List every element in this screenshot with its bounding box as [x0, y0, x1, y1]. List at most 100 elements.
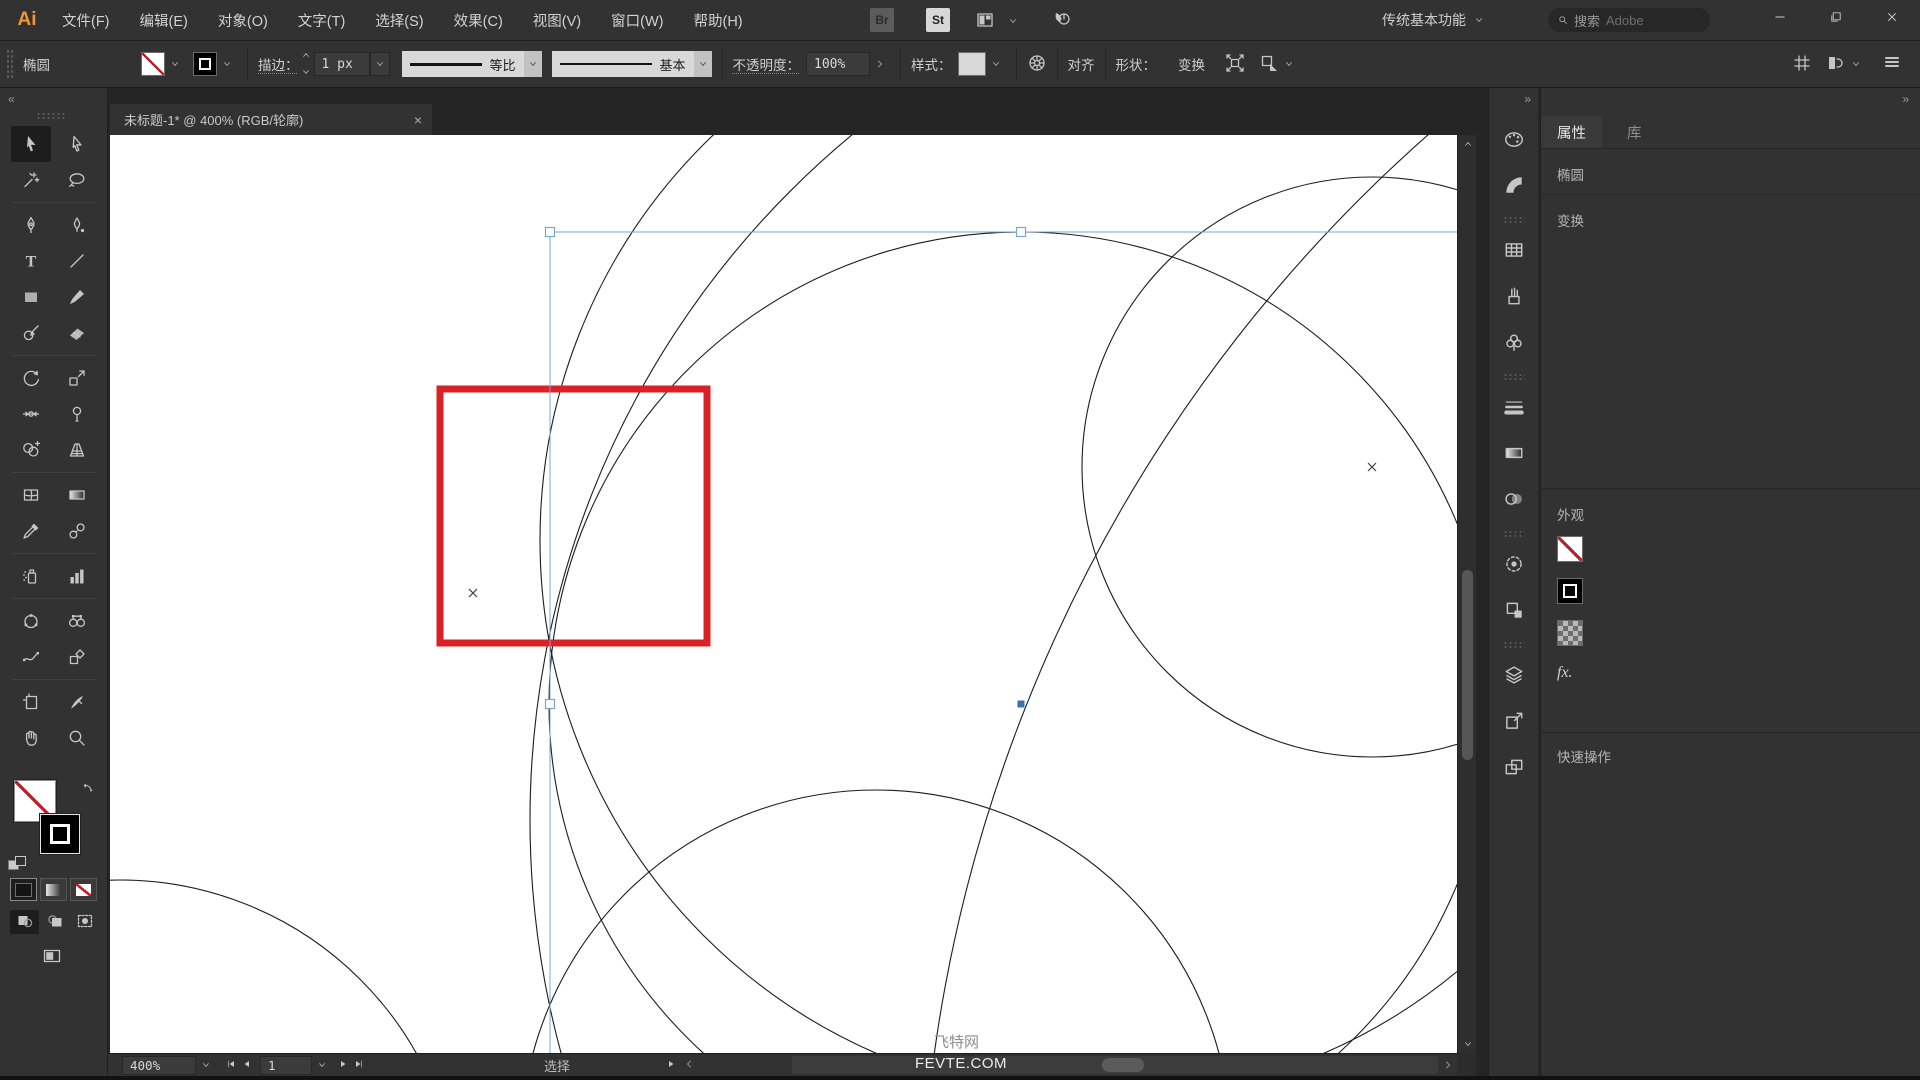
vertical-scroll-thumb[interactable]	[1462, 570, 1473, 760]
opacity-label[interactable]: 不透明度：	[733, 54, 801, 74]
stepper-down-icon[interactable]	[301, 65, 311, 80]
fill-chevron-icon[interactable]	[165, 51, 185, 77]
effects-fx-button[interactable]: fx.	[1557, 664, 1573, 682]
dock-drag-handle[interactable]	[1503, 530, 1525, 537]
default-fill-stroke-icon[interactable]	[8, 856, 26, 871]
menu-item[interactable]: 编辑(E)	[140, 10, 188, 31]
width-profile-chevron-icon[interactable]	[523, 51, 542, 77]
minimize-button[interactable]	[1752, 0, 1808, 34]
red-square-path[interactable]	[436, 385, 711, 647]
eraser-tool[interactable]	[57, 315, 97, 351]
gpu-performance-icon[interactable]	[1052, 8, 1072, 31]
status-bar-arrow-icon[interactable]	[666, 1058, 676, 1072]
scroll-left-icon[interactable]	[684, 1058, 694, 1072]
symbol-sprayer-tool[interactable]	[11, 558, 51, 594]
direct-selection-tool[interactable]	[57, 126, 97, 162]
smooth-tool[interactable]	[11, 639, 51, 675]
ellipse-outline[interactable]	[529, 135, 1457, 1053]
next-artboard-icon[interactable]	[338, 1058, 348, 1072]
control-bar-drag-handle[interactable]	[6, 49, 13, 79]
zoom-level-field[interactable]: 400%	[122, 1055, 196, 1075]
collapse-toolbar-icon[interactable]: «	[8, 92, 15, 106]
gradient-panel-icon[interactable]	[1494, 433, 1534, 473]
ellipse-outline[interactable]	[521, 789, 1231, 1053]
appearance-panel-icon[interactable]	[1494, 544, 1534, 584]
swap-fill-stroke-icon[interactable]	[80, 782, 94, 799]
opacity-field[interactable]: 100%	[806, 52, 871, 76]
paintbrush-tool[interactable]	[57, 279, 97, 315]
scroll-right-icon[interactable]	[1443, 1059, 1453, 1073]
search-input[interactable]: 搜索 Adobe	[1548, 8, 1710, 32]
bridge-icon[interactable]: Br	[870, 8, 894, 32]
dock-drag-handle[interactable]	[1503, 216, 1525, 223]
width-profile-dropdown[interactable]: 等比	[401, 51, 542, 77]
appearance-fill-swatch[interactable]	[1557, 536, 1583, 562]
graphic-styles-panel-icon[interactable]	[1494, 590, 1534, 630]
eyedropper-tool[interactable]	[11, 513, 51, 549]
artboard-canvas[interactable]: 飞特网	[110, 135, 1457, 1053]
stroke-weight-label[interactable]: 描边：	[258, 54, 299, 74]
pen-tool[interactable]	[11, 207, 51, 243]
zoom-tool[interactable]	[57, 720, 97, 756]
selection-handle[interactable]	[1015, 226, 1027, 238]
ellipse-outline[interactable]	[1081, 176, 1457, 758]
scroll-up-icon[interactable]	[1458, 135, 1477, 153]
selection-tool[interactable]	[11, 126, 51, 162]
brush-definition-dropdown[interactable]: 基本	[551, 51, 712, 77]
expand-dock-icon[interactable]: »	[1524, 92, 1531, 106]
lasso-tool[interactable]	[57, 162, 97, 198]
arrange-documents-chevron-icon[interactable]	[1008, 14, 1018, 29]
stroke-weight-chevron-icon[interactable]	[369, 52, 390, 76]
line-segment-tool[interactable]	[57, 243, 97, 279]
type-tool[interactable]: T	[11, 243, 51, 279]
selection-handle[interactable]	[544, 698, 556, 710]
knife-tool[interactable]	[57, 684, 97, 720]
close-tab-icon[interactable]: ×	[414, 112, 422, 128]
symbols-panel-icon[interactable]	[1494, 322, 1534, 362]
mesh-tool[interactable]	[11, 477, 51, 513]
select-similar-objects-icon[interactable]	[1259, 53, 1279, 76]
magic-wand-tool[interactable]	[11, 162, 51, 198]
dock-drag-handle[interactable]	[1503, 373, 1525, 380]
control-panel-menu-icon[interactable]	[1882, 53, 1902, 76]
first-artboard-icon[interactable]	[226, 1058, 236, 1072]
shape-blend-tool[interactable]	[57, 603, 97, 639]
style-chevron-icon[interactable]	[986, 51, 1006, 77]
gradient-tool[interactable]	[57, 477, 97, 513]
puppet-warp-tool[interactable]	[57, 396, 97, 432]
shaper-tool[interactable]	[11, 315, 51, 351]
hand-tool[interactable]	[11, 720, 51, 756]
isolate-selected-object-icon[interactable]	[1225, 53, 1245, 76]
brushes-panel-icon[interactable]	[1494, 276, 1534, 316]
appearance-opacity-swatch[interactable]	[1557, 620, 1583, 646]
align-button[interactable]: 对齐	[1068, 54, 1095, 74]
scale-tool[interactable]	[57, 360, 97, 396]
draw-behind-mode-button[interactable]	[40, 910, 69, 934]
menu-item[interactable]: 窗口(W)	[611, 10, 663, 31]
menu-item[interactable]: 对象(O)	[218, 10, 268, 31]
color-button[interactable]	[10, 878, 37, 901]
stroke-weight-field[interactable]: 1 px	[313, 52, 370, 76]
stroke-color-swatch[interactable]	[193, 52, 217, 76]
free-transform-tool[interactable]	[11, 603, 51, 639]
menu-item[interactable]: 文件(F)	[62, 10, 110, 31]
zoom-chevron-icon[interactable]	[196, 1052, 216, 1078]
menu-item[interactable]: 效果(C)	[454, 10, 503, 31]
previous-artboard-icon[interactable]	[242, 1058, 252, 1072]
perspective-grid-tool[interactable]	[57, 432, 97, 468]
rectangle-tool[interactable]	[11, 279, 51, 315]
tab-properties[interactable]: 属性	[1541, 116, 1602, 148]
recolor-artwork-icon[interactable]	[1027, 53, 1047, 76]
menu-item[interactable]: 帮助(H)	[693, 10, 742, 31]
slice-tool[interactable]	[57, 639, 97, 675]
document-tab[interactable]: 未标题-1* @ 400% (RGB/轮廓) ×	[110, 104, 432, 135]
stock-icon[interactable]: St	[926, 8, 950, 32]
ellipse-outline[interactable]	[539, 135, 1457, 1053]
rotate-tool[interactable]	[11, 360, 51, 396]
draw-normal-mode-button[interactable]	[10, 910, 39, 934]
transform-button[interactable]: 变换	[1178, 54, 1205, 74]
maximize-button[interactable]	[1808, 0, 1864, 34]
tab-libraries[interactable]: 库	[1611, 116, 1658, 148]
style-swatch[interactable]	[957, 52, 986, 76]
selection-center-point[interactable]	[1017, 700, 1025, 708]
